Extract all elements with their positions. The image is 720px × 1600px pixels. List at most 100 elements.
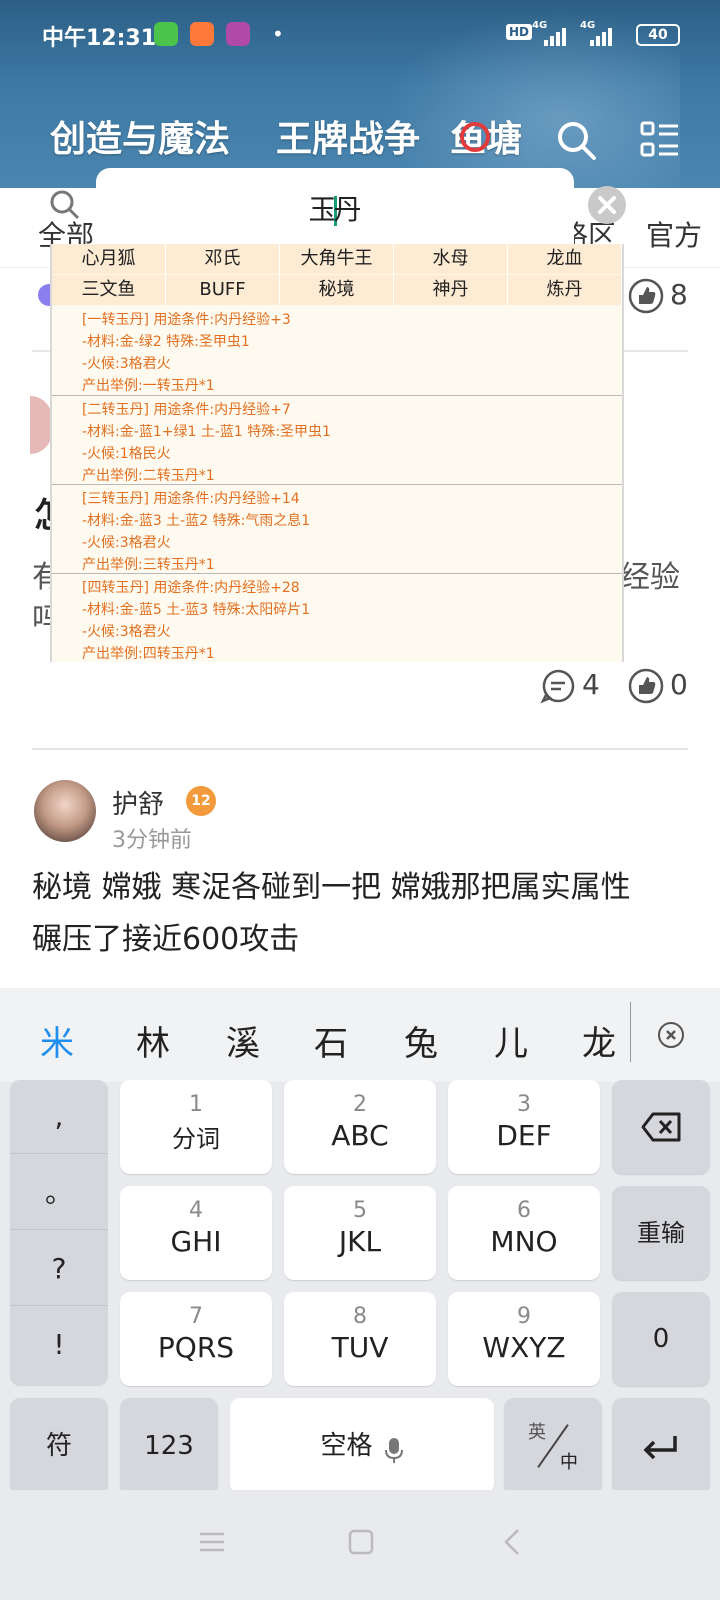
avatar[interactable] [30,396,52,454]
punctuation-column: , 。 ? ! [10,1080,108,1386]
menu-icon[interactable] [198,1530,226,1554]
like-icon[interactable] [628,668,664,704]
entry-output: 产出举例:一转玉丹*1 [82,378,215,394]
key-label: 123 [144,1431,194,1461]
symbols-key[interactable]: 符 [10,1398,108,1494]
key-label: GHI [170,1225,222,1258]
key-label: 分词 [172,1125,220,1153]
key-label: MNO [490,1225,558,1258]
system-navigation-bar [0,1490,720,1600]
close-icon [598,196,616,214]
search-button[interactable] [554,118,598,162]
menu-button[interactable] [640,120,680,160]
quick-tag[interactable]: 三文鱼 [52,275,166,305]
close-overlay-button[interactable] [588,186,626,224]
result-entry[interactable]: [二转玉丹] 用途条件:内丹经验+7 -材料:金-蓝1+绿1 土-蓝1 特殊:圣… [52,395,622,485]
entry-title: [三转玉丹] 用途条件:内丹经验+14 [82,491,300,507]
post-body-text: 经验 [620,560,680,595]
result-entry[interactable]: [三转玉丹] 用途条件:内丹经验+14 -材料:金-蓝3 土-蓝2 特殊:气雨之… [52,484,622,574]
candidate-word[interactable]: 兔 [404,1016,438,1065]
key-1[interactable]: 1 分词 [120,1080,272,1174]
candidate-word[interactable]: 林 [136,1016,170,1065]
language-switch-key[interactable]: 英 中 [504,1398,602,1494]
quick-tag[interactable]: 龙血 [508,244,622,274]
entry-heat: -火候:3格君火 [82,535,171,551]
floating-search-box[interactable]: 玉丹 [96,168,574,244]
avatar[interactable] [34,780,96,842]
comment-icon[interactable] [540,668,576,704]
signal-icon [540,24,570,46]
username[interactable]: 护舒 [112,784,164,821]
entry-materials: -材料:金-蓝1+绿1 土-蓝1 特殊:圣甲虫1 [82,424,331,440]
enter-key[interactable] [612,1398,710,1494]
hd-voice-icon: HD [506,24,533,40]
entry-heat: -火候:3格君火 [82,356,171,372]
notification-app-icon [190,22,214,46]
key-6[interactable]: 6 MNO [448,1186,600,1280]
key-5[interactable]: 5 JKL [284,1186,436,1280]
quick-tag[interactable]: 水母 [394,244,508,274]
candidate-word[interactable]: 龙 [582,1016,616,1065]
space-key[interactable]: 空格 [230,1398,494,1494]
key-3[interactable]: 3 DEF [448,1080,600,1174]
comment-count: 4 [582,668,600,701]
result-entry[interactable]: [一转玉丹] 用途条件:内丹经验+3 -材料:金-绿2 特殊:圣甲虫1 -火候:… [52,306,622,396]
tab-game-1[interactable]: 创造与魔法 [50,110,230,162]
quick-tag[interactable]: 神丹 [394,275,508,305]
quick-tag[interactable]: 秘境 [280,275,394,305]
backspace-key[interactable] [612,1080,710,1174]
post-time: 3分钟前 [112,828,192,853]
divider [32,748,688,750]
quick-tag[interactable]: 大角牛王 [280,244,394,274]
list-menu-icon [640,121,678,157]
punctuation-key[interactable]: 。 [10,1156,108,1230]
candidate-word[interactable]: 米 [40,1016,74,1065]
search-query[interactable]: 玉丹 [96,188,574,228]
punctuation-key[interactable]: , [10,1080,108,1154]
zero-key[interactable]: 0 [612,1292,710,1386]
candidate-word[interactable]: 溪 [226,1016,260,1065]
close-icon [666,1030,676,1040]
status-bar: 中午12:31 • HD 4G 4G 40 [0,0,720,70]
key-7[interactable]: 7 PQRS [120,1292,272,1386]
lang-bottom-label: 中 [560,1452,578,1473]
back-icon[interactable] [502,1528,522,1556]
search-query-before-caret: 玉 [308,193,337,226]
post-body-line: 碾压了接近600攻击 [32,922,300,957]
tab-game-2[interactable]: 王牌战争 [276,110,420,162]
punctuation-key[interactable]: ! [10,1308,108,1382]
key-number: 7 [189,1304,203,1329]
key-2[interactable]: 2 ABC [284,1080,436,1174]
entry-materials: -材料:金-蓝3 土-蓝2 特殊:气雨之息1 [82,513,311,529]
candidate-divider [630,1002,631,1062]
home-icon[interactable] [348,1529,374,1555]
result-entry[interactable]: [四转玉丹] 用途条件:内丹经验+28 -材料:金-蓝5 土-蓝3 特殊:太阳碎… [52,573,622,663]
key-label: ABC [331,1119,389,1152]
entry-materials: -材料:金-绿2 特殊:圣甲虫1 [82,334,250,350]
candidate-word[interactable]: 儿 [494,1016,528,1065]
post-body-text[interactable]: 秘境 嫦娥 寒浞各碰到一把 嫦娥那把属实属性 碾压了接近600攻击 [32,862,692,966]
collapse-candidates-button[interactable] [658,1022,684,1048]
key-9[interactable]: 9 WXYZ [448,1292,600,1386]
status-more-dot: • [272,22,284,46]
reenter-key[interactable]: 重输 [612,1186,710,1280]
key-8[interactable]: 8 TUV [284,1292,436,1386]
numbers-key[interactable]: 123 [120,1398,218,1494]
entry-title: [四转玉丹] 用途条件:内丹经验+28 [82,580,300,596]
candidate-word[interactable]: 石 [314,1016,348,1065]
quick-tag[interactable]: 邓氏 [166,244,280,274]
lang-top-label: 英 [528,1422,546,1443]
quick-tag[interactable]: 炼丹 [508,275,622,305]
key-4[interactable]: 4 GHI [120,1186,272,1280]
entry-title: [二转玉丹] 用途条件:内丹经验+7 [82,402,291,418]
category-tab-official[interactable]: 官方 [646,214,706,254]
like-icon[interactable] [628,278,664,314]
punctuation-key[interactable]: ? [10,1232,108,1306]
signal-icon [586,24,616,46]
quick-tag[interactable]: BUFF [166,275,280,305]
key-label: 符 [45,1431,72,1461]
app-header: 中午12:31 • HD 4G 4G 40 创造与魔法 王牌战争 鱼塘 [0,0,720,188]
quick-tag[interactable]: 心月狐 [52,244,166,274]
entry-materials: -材料:金-蓝5 土-蓝3 特殊:太阳碎片1 [82,602,311,618]
key-label: WXYZ [482,1331,566,1364]
